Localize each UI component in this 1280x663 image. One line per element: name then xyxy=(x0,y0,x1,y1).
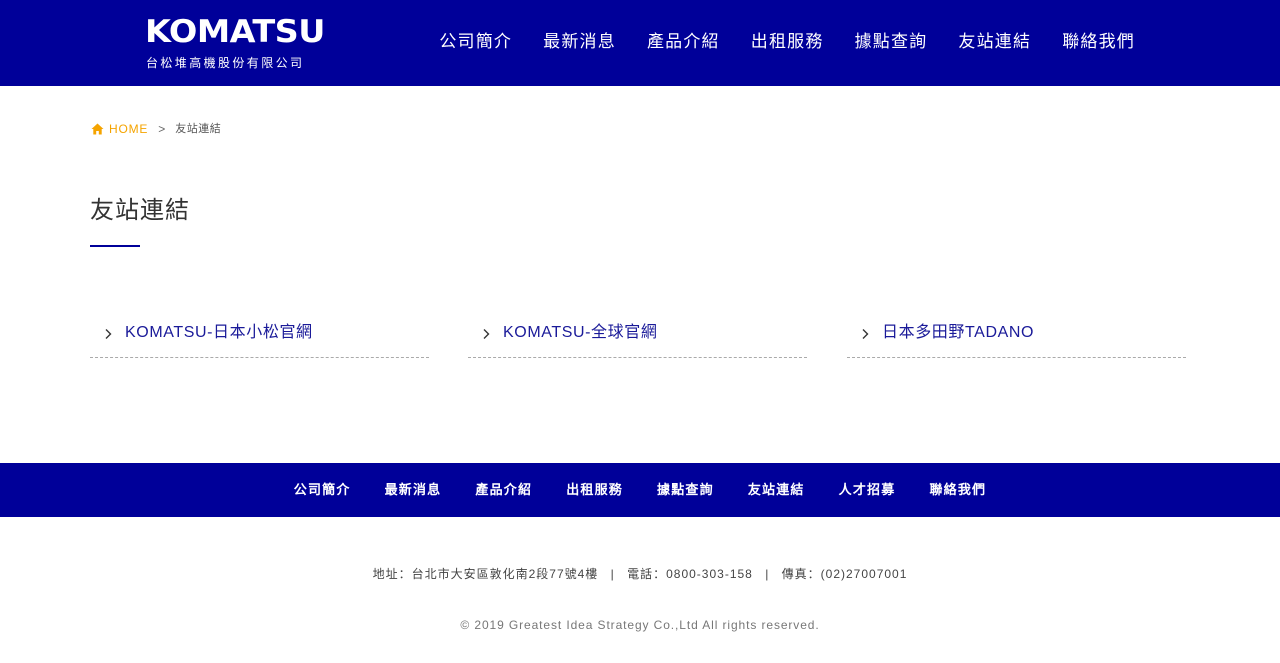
link-label: KOMATSU-全球官網 xyxy=(503,324,658,341)
footer-contact-info: 地址：台北市大安區敦化南2段77號4樓 | 電話：0800-303-158 | … xyxy=(0,566,1280,582)
nav-item-rental[interactable]: 出租服務 xyxy=(751,31,824,53)
link-label: 日本多田野TADANO xyxy=(882,324,1035,341)
nav-item-links[interactable]: 友站連結 xyxy=(958,31,1031,53)
logo-wordmark: KOMATSU xyxy=(145,14,325,50)
footer-nav-links[interactable]: 友站連結 xyxy=(748,481,805,499)
title-underline xyxy=(90,245,140,247)
footer-phone[interactable]: 電話：0800-303-158 xyxy=(627,567,753,581)
logo-subtitle: 台松堆高機股份有限公司 xyxy=(146,56,305,70)
link-item-komatsu-japan[interactable]: KOMATSU-日本小松官網 xyxy=(90,318,429,358)
nav-item-contact[interactable]: 聯絡我們 xyxy=(1062,31,1135,53)
home-icon[interactable] xyxy=(91,123,104,135)
footer-nav-locations[interactable]: 據點查詢 xyxy=(657,481,714,499)
link-item-komatsu-global[interactable]: KOMATSU-全球官網 xyxy=(468,318,807,358)
breadcrumb-home-link[interactable]: HOME xyxy=(109,121,148,137)
copyright: © 2019 Greatest Idea Strategy Co.,Ltd Al… xyxy=(460,618,820,632)
breadcrumb: HOME > 友站連結 xyxy=(91,121,221,137)
link-item-tadano[interactable]: 日本多田野TADANO xyxy=(847,318,1186,358)
nav-item-news[interactable]: 最新消息 xyxy=(543,31,616,53)
footer-separator: | xyxy=(765,567,770,581)
footer-nav-careers[interactable]: 人才招募 xyxy=(839,481,896,499)
nav-item-locations[interactable]: 據點查詢 xyxy=(855,31,928,53)
footer-separator: | xyxy=(610,567,615,581)
main-nav: 公司簡介 最新消息 產品介紹 出租服務 據點查詢 友站連結 聯絡我們 xyxy=(408,31,1135,53)
footer-nav-news[interactable]: 最新消息 xyxy=(385,481,442,499)
nav-item-about[interactable]: 公司簡介 xyxy=(439,31,512,53)
site-header: KOMATSU 台松堆高機股份有限公司 公司簡介 最新消息 產品介紹 出租服務 … xyxy=(0,0,1280,86)
footer-nav-products[interactable]: 產品介紹 xyxy=(475,481,532,499)
link-label: KOMATSU-日本小松官網 xyxy=(125,324,313,341)
komatsu-logo[interactable]: KOMATSU 台松堆高機股份有限公司 xyxy=(145,14,337,72)
breadcrumb-separator: > xyxy=(158,122,166,136)
chevron-right-icon xyxy=(105,329,112,339)
footer-nav-rental[interactable]: 出租服務 xyxy=(566,481,623,499)
footer-nav-about[interactable]: 公司簡介 xyxy=(294,481,351,499)
breadcrumb-current: 友站連結 xyxy=(175,123,222,135)
page-title: 友站連結 xyxy=(90,197,190,224)
nav-item-products[interactable]: 產品介紹 xyxy=(647,31,720,53)
footer-address: 地址：台北市大安區敦化南2段77號4樓 xyxy=(372,567,599,581)
chevron-right-icon xyxy=(483,329,490,339)
footer-nav: 公司簡介 最新消息 產品介紹 出租服務 據點查詢 友站連結 人才招募 聯絡我們 xyxy=(0,463,1280,517)
footer-fax: 傳真：(02)27007001 xyxy=(781,567,908,581)
footer-nav-contact[interactable]: 聯絡我們 xyxy=(929,481,986,499)
chevron-right-icon xyxy=(862,329,869,339)
